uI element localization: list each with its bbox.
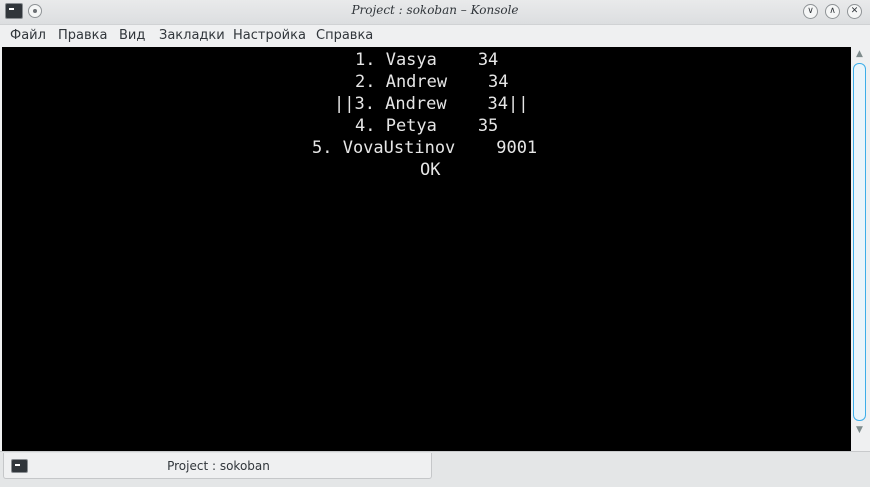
menu-bar: Файл Правка Вид Закладки Настройка Справ… (0, 25, 870, 46)
tab-project-sokoban[interactable]: Project : sokoban (3, 453, 432, 479)
title-bar: Project : sokoban – Konsole ∨ ∧ ✕ (0, 0, 870, 25)
minimize-button[interactable]: ∨ (803, 4, 818, 19)
vertical-scrollbar[interactable]: ▲ ▼ (851, 47, 868, 451)
menu-bookmarks[interactable]: Закладки (159, 28, 225, 43)
window-title: Project : sokoban – Konsole (351, 3, 519, 17)
terminal-line: 5. VovaUstinov 9001 (312, 138, 538, 158)
close-button[interactable]: ✕ (847, 4, 862, 19)
tab-label: Project : sokoban (167, 459, 270, 473)
terminal-line: 1. Vasya 34 (355, 50, 499, 70)
terminal-line: ||3. Andrew 34|| (334, 94, 529, 114)
terminal-output[interactable]: 1. Vasya 34 2. Andrew 34 ||3. Andrew 34|… (2, 47, 851, 451)
scroll-up-icon[interactable]: ▲ (851, 47, 868, 61)
scrollbar-handle[interactable] (853, 63, 866, 421)
scroll-down-icon[interactable]: ▼ (851, 423, 868, 437)
menu-help[interactable]: Справка (316, 28, 373, 43)
terminal-line: 2. Andrew 34 (355, 72, 509, 92)
menu-view[interactable]: Вид (119, 28, 145, 43)
menu-settings[interactable]: Настройка (233, 28, 306, 43)
terminal-line: 4. Petya 35 (355, 116, 499, 136)
menu-edit[interactable]: Правка (58, 28, 107, 43)
tab-bar: Project : sokoban (0, 451, 870, 487)
terminal-line: OK (420, 160, 441, 180)
menu-file[interactable]: Файл (10, 28, 46, 43)
maximize-button[interactable]: ∧ (825, 4, 840, 19)
